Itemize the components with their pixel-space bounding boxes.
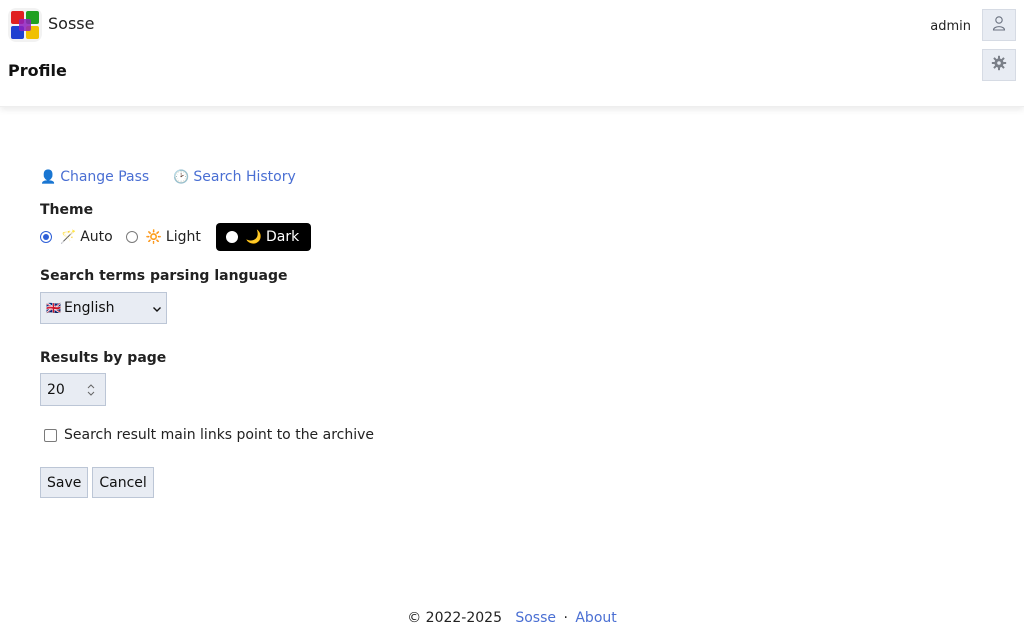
language-label: Search terms parsing language bbox=[40, 268, 288, 284]
theme-dark-label: Dark bbox=[266, 229, 300, 245]
language-select[interactable]: 🇬🇧 English bbox=[40, 292, 167, 324]
form-buttons: Save Cancel bbox=[40, 467, 154, 498]
theme-label: Theme bbox=[40, 202, 94, 218]
sosse-logo-icon[interactable] bbox=[8, 8, 42, 42]
settings-button[interactable] bbox=[982, 49, 1016, 81]
theme-option-dark[interactable]: 🌙 Dark bbox=[215, 223, 312, 251]
archive-links-option[interactable]: Search result main links point to the ar… bbox=[44, 427, 374, 443]
sun-icon: 🔆 bbox=[145, 229, 162, 245]
user-menu-button[interactable] bbox=[982, 9, 1016, 41]
magic-wand-icon: 🪄 bbox=[60, 229, 77, 245]
number-stepper-icon[interactable] bbox=[85, 381, 97, 399]
username-label: admin bbox=[930, 19, 971, 34]
page-title: Profile bbox=[8, 61, 67, 80]
results-by-page-value: 20 bbox=[47, 381, 65, 398]
uk-flag-icon: 🇬🇧 bbox=[46, 301, 61, 315]
gear-icon bbox=[991, 55, 1007, 75]
search-history-label: Search History bbox=[193, 169, 296, 185]
user-emoji-icon: 👤 bbox=[40, 169, 57, 185]
footer-separator: · bbox=[563, 610, 568, 626]
save-button[interactable]: Save bbox=[40, 467, 89, 498]
profile-links: 👤 Change Pass 🕑 Search History bbox=[40, 165, 980, 189]
results-by-page-input[interactable]: 20 bbox=[40, 373, 106, 406]
archive-links-checkbox[interactable] bbox=[44, 428, 57, 442]
footer-about-link[interactable]: About bbox=[575, 610, 616, 626]
cancel-button[interactable]: Cancel bbox=[92, 467, 154, 498]
theme-option-auto[interactable]: 🪄 Auto bbox=[40, 229, 113, 245]
change-pass-label: Change Pass bbox=[60, 169, 150, 185]
copyright-text: © 2022-2025 bbox=[407, 610, 502, 626]
change-pass-link[interactable]: 👤 Change Pass bbox=[40, 169, 149, 185]
user-icon bbox=[992, 15, 1006, 35]
top-header: Sosse Profile admin bbox=[0, 0, 1024, 107]
theme-options: 🪄 Auto 🔆 Light 🌙 Dark bbox=[40, 222, 324, 252]
app-name[interactable]: Sosse bbox=[48, 14, 94, 33]
language-selected-value: English bbox=[63, 300, 115, 316]
theme-light-label: Light bbox=[165, 229, 201, 245]
moon-icon: 🌙 bbox=[245, 229, 263, 245]
chevron-down-icon bbox=[152, 302, 162, 312]
theme-light-radio[interactable] bbox=[125, 231, 138, 243]
page-footer: © 2022-2025 Sosse · About bbox=[0, 610, 1024, 626]
archive-links-label: Search result main links point to the ar… bbox=[64, 427, 375, 443]
search-history-link[interactable]: 🕑 Search History bbox=[173, 169, 296, 185]
theme-auto-label: Auto bbox=[80, 229, 113, 245]
clock-icon: 🕑 bbox=[173, 169, 190, 185]
theme-auto-radio[interactable] bbox=[40, 231, 52, 243]
theme-option-light[interactable]: 🔆 Light bbox=[125, 229, 201, 245]
footer-sosse-link[interactable]: Sosse bbox=[515, 610, 556, 626]
results-by-page-label: Results by page bbox=[40, 350, 167, 366]
profile-form: 👤 Change Pass 🕑 Search History Theme 🪄 A… bbox=[40, 165, 980, 498]
theme-dark-radio[interactable] bbox=[225, 231, 238, 243]
